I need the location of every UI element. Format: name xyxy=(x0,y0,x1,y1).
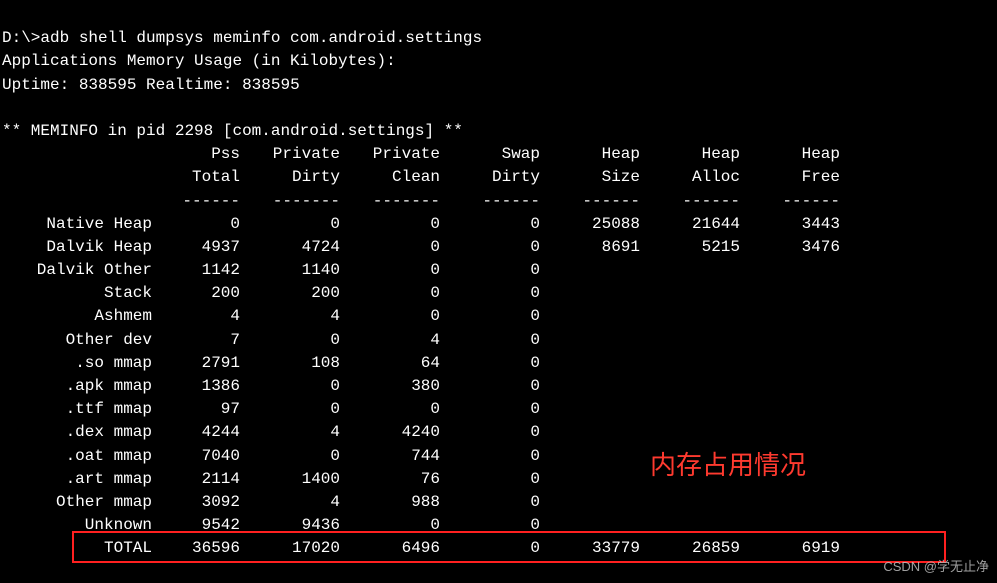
table-row: .apk mmap138603800 xyxy=(2,375,995,398)
table-row: Stack20020000 xyxy=(2,282,995,305)
meminfo-table: Native Heap000025088216443443Dalvik Heap… xyxy=(2,213,995,561)
pid-value: 2298 xyxy=(175,122,213,140)
uptime-value: 838595 xyxy=(79,76,137,94)
table-row: Native Heap000025088216443443 xyxy=(2,213,995,236)
row-label: Other dev xyxy=(2,329,152,352)
meminfo-prefix: ** MEMINFO in pid xyxy=(2,122,165,140)
row-label: .ttf mmap xyxy=(2,398,152,421)
row-label: Dalvik Heap xyxy=(2,236,152,259)
terminal-output: D:\>adb shell dumpsys meminfo com.androi… xyxy=(0,0,997,565)
row-label: .art mmap xyxy=(2,468,152,491)
col-pss: Pss xyxy=(152,143,240,166)
highlight-box-total xyxy=(72,531,946,563)
table-row: Dalvik Heap4937472400869152153476 xyxy=(2,236,995,259)
table-row: Ashmem4400 xyxy=(2,305,995,328)
realtime-label: Realtime: xyxy=(146,76,232,94)
row-label: .dex mmap xyxy=(2,421,152,444)
table-row: .art mmap21141400760 xyxy=(2,468,995,491)
annotation-text: 内存占用情况 xyxy=(650,447,806,485)
apps-mem-header: Applications Memory Usage (in Kilobytes)… xyxy=(2,52,396,70)
row-label: Native Heap xyxy=(2,213,152,236)
prompt-path: D:\> xyxy=(2,29,40,47)
table-row: Dalvik Other1142114000 xyxy=(2,259,995,282)
table-row: .so mmap2791108640 xyxy=(2,352,995,375)
package-name: com.android.settings xyxy=(232,122,424,140)
table-row: .ttf mmap97000 xyxy=(2,398,995,421)
row-label: Ashmem xyxy=(2,305,152,328)
table-row: Other dev7040 xyxy=(2,329,995,352)
watermark-text: CSDN @学无止净 xyxy=(883,558,989,577)
row-label: Stack xyxy=(2,282,152,305)
table-row: Other mmap309249880 xyxy=(2,491,995,514)
row-label: .so mmap xyxy=(2,352,152,375)
row-label: .apk mmap xyxy=(2,375,152,398)
table-row: .dex mmap4244442400 xyxy=(2,421,995,444)
command-text: adb shell dumpsys meminfo com.android.se… xyxy=(40,29,482,47)
row-label: .oat mmap xyxy=(2,445,152,468)
uptime-label: Uptime: xyxy=(2,76,69,94)
row-label: Other mmap xyxy=(2,491,152,514)
table-row: .oat mmap704007440 xyxy=(2,445,995,468)
realtime-value: 838595 xyxy=(242,76,300,94)
row-label: Dalvik Other xyxy=(2,259,152,282)
